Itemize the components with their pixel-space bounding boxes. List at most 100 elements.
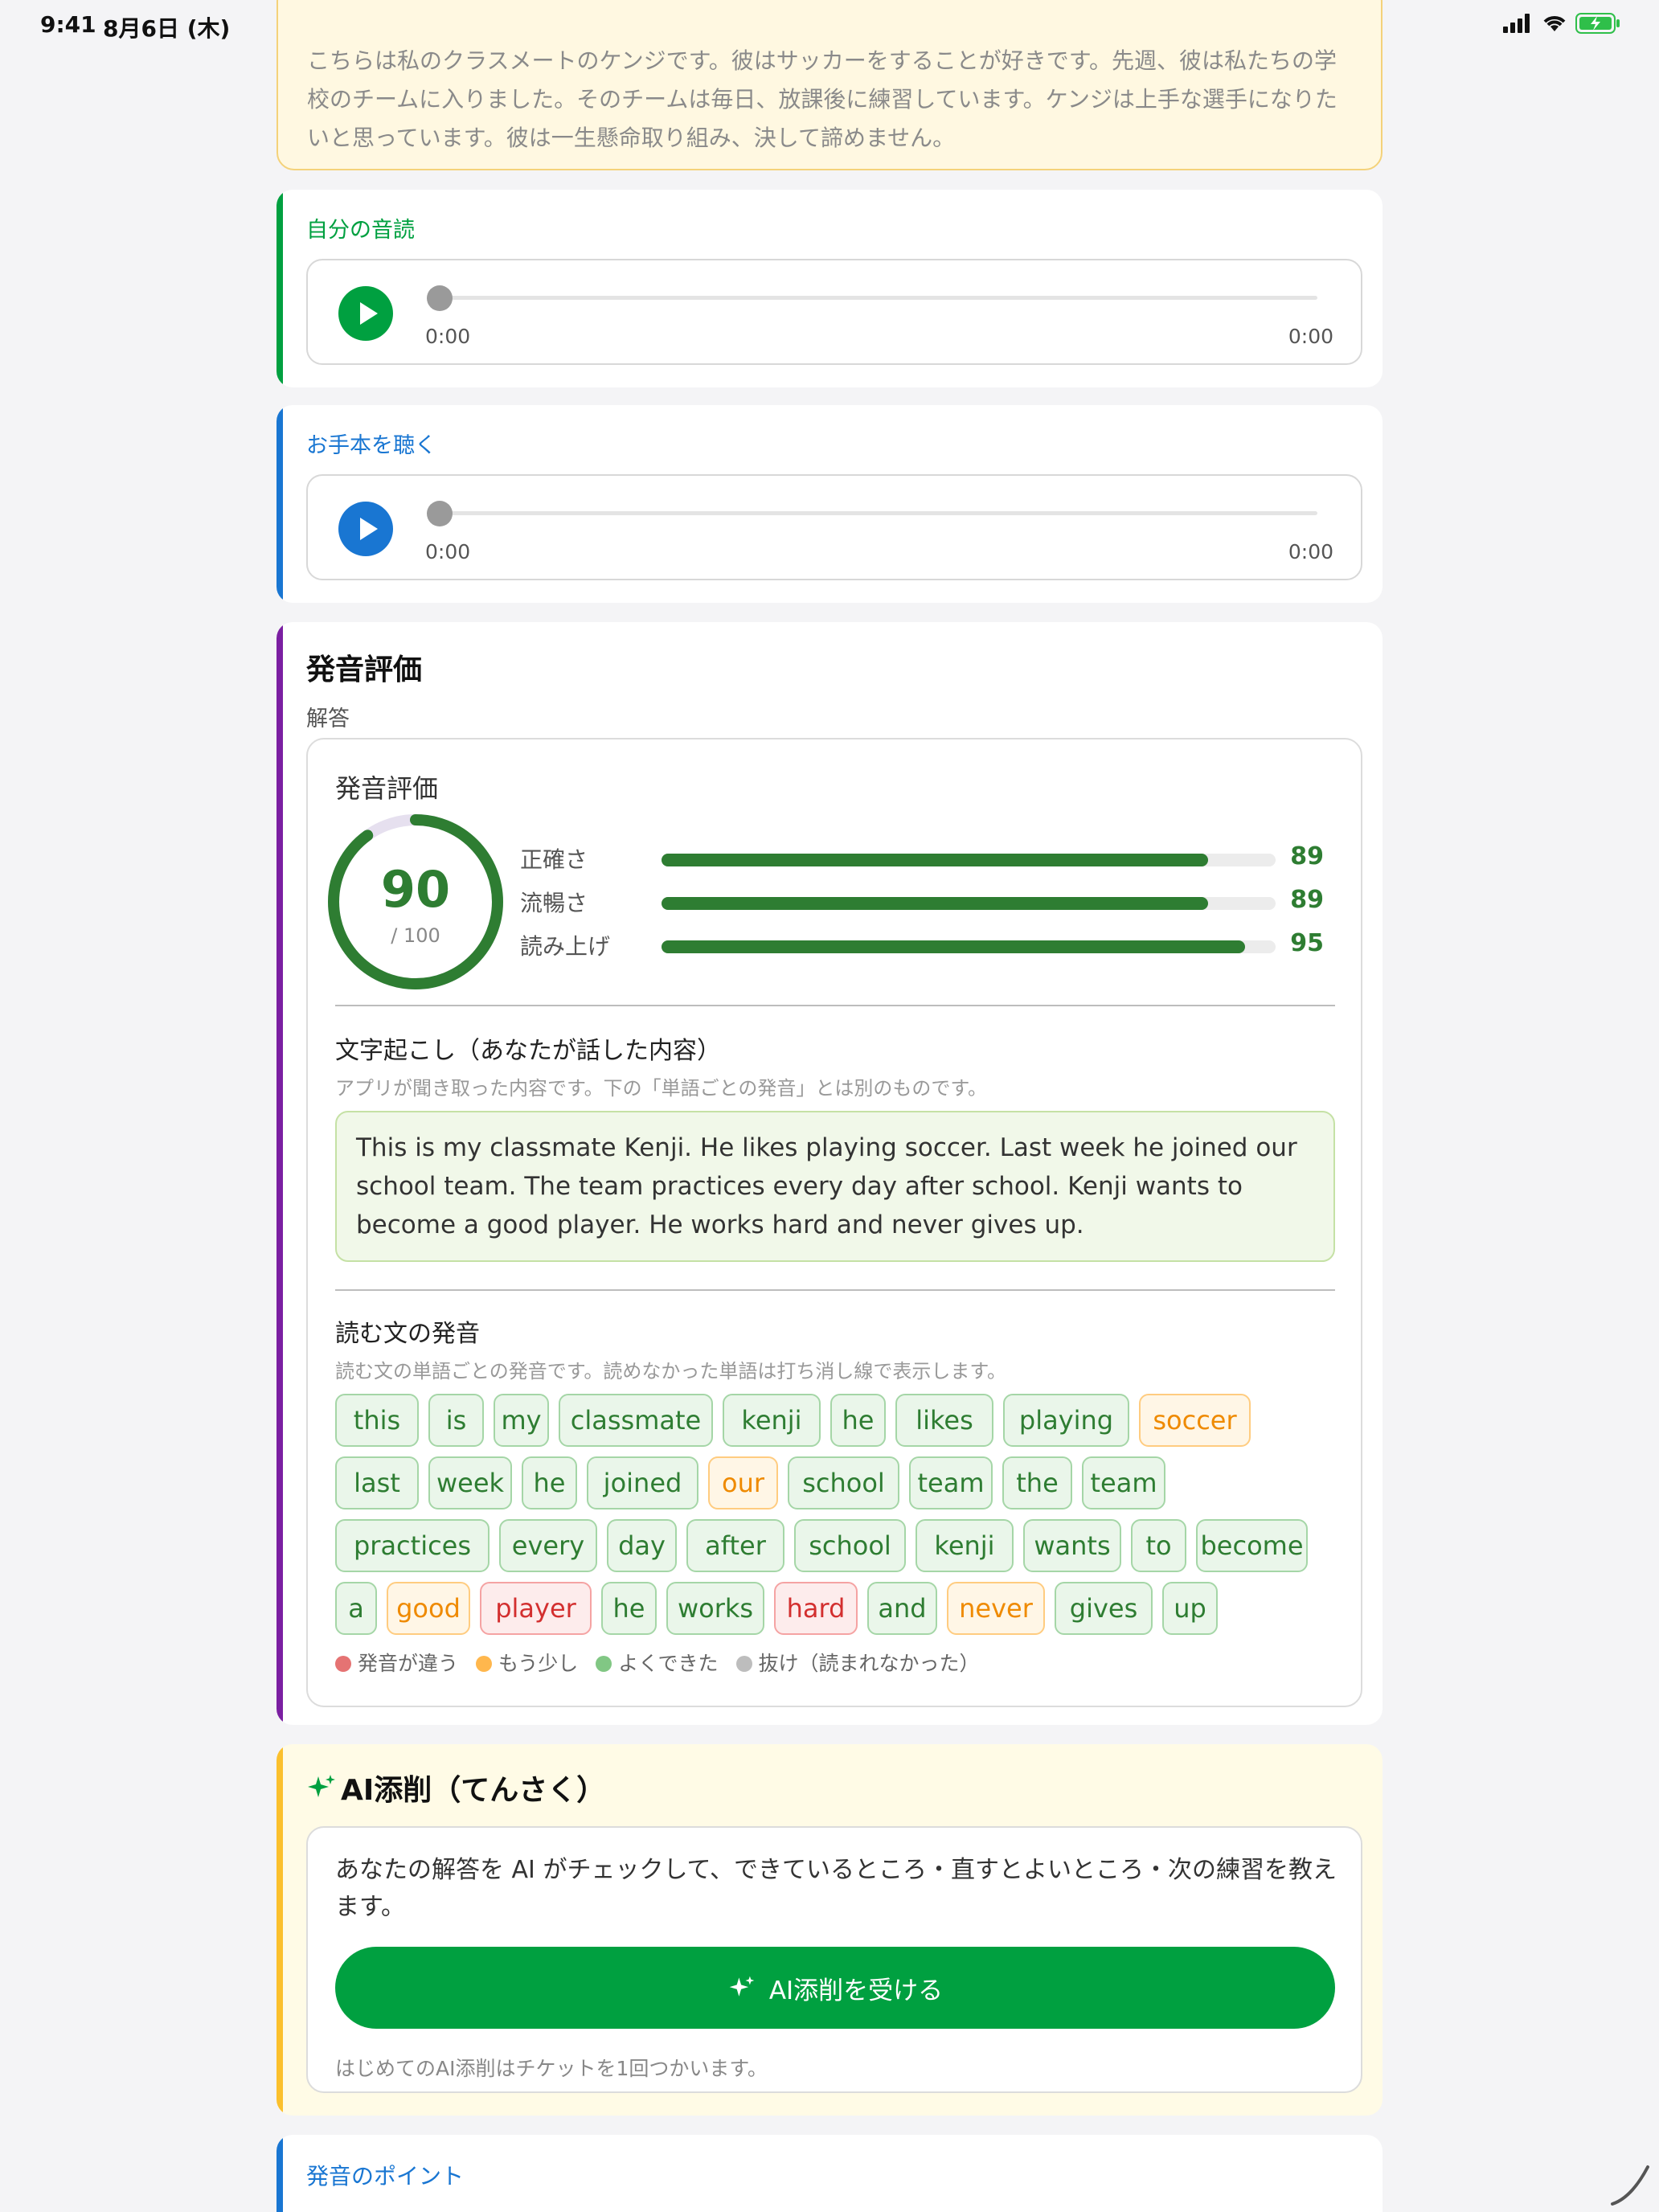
- metric-accuracy-fill: [662, 854, 1208, 866]
- word-chip[interactable]: joined: [587, 1456, 698, 1509]
- divider: [335, 1289, 1335, 1291]
- metric-reading-value: 95: [1290, 929, 1324, 957]
- metric-reading-fill: [662, 940, 1245, 953]
- overall-score: 90: [380, 860, 451, 919]
- word-chip[interactable]: he: [522, 1456, 577, 1509]
- transcript-title: 文字起こし（あなたが話した内容）: [335, 1037, 721, 1065]
- legend-label: よくできた: [618, 1652, 719, 1675]
- ai-review-panel: あなたの解答を AI がチェックして、できているところ・直すとよいところ・次の練…: [306, 1826, 1362, 2093]
- legend-item: よくできた: [596, 1648, 719, 1677]
- word-chip[interactable]: works: [666, 1582, 764, 1635]
- ai-review-button-label: AI添削を受ける: [768, 1976, 944, 2005]
- metric-fluency-label: 流暢さ: [520, 890, 588, 916]
- word-chip[interactable]: to: [1131, 1519, 1186, 1572]
- word-chip[interactable]: kenji: [916, 1519, 1014, 1572]
- legend-item: 抜け（読まれなかった）: [735, 1648, 980, 1677]
- own-reading-label: 自分の音読: [306, 218, 415, 243]
- sparkle-icon: [729, 1976, 755, 1997]
- legend-item: 発音が違う: [335, 1648, 458, 1677]
- word-chip[interactable]: he: [830, 1394, 886, 1447]
- ai-review-description: あなたの解答を AI がチェックして、できているところ・直すとよいところ・次の練…: [335, 1856, 1337, 1921]
- word-chip[interactable]: hard: [774, 1582, 858, 1635]
- word-chip[interactable]: every: [499, 1519, 597, 1572]
- metric-accuracy-value: 89: [1290, 842, 1324, 870]
- model-reading-track[interactable]: [440, 511, 1317, 515]
- legend-label: もう少し: [498, 1652, 579, 1675]
- word-chip[interactable]: never: [947, 1582, 1045, 1635]
- word-chip[interactable]: practices: [335, 1519, 490, 1572]
- own-reading-play-button[interactable]: [338, 286, 393, 341]
- divider: [335, 1005, 1335, 1006]
- word-chip[interactable]: a: [335, 1582, 377, 1635]
- word-chip[interactable]: kenji: [723, 1394, 821, 1447]
- word-chip[interactable]: up: [1162, 1582, 1218, 1635]
- metric-reading-label: 読み上げ: [520, 933, 611, 960]
- word-chip[interactable]: gives: [1055, 1582, 1153, 1635]
- word-chip[interactable]: become: [1196, 1519, 1308, 1572]
- word-pronunciation-note: 読む文の単語ごとの発音です。読めなかった単語は打ち消し線で表示します。: [335, 1360, 1006, 1382]
- word-chip[interactable]: soccer: [1139, 1394, 1251, 1447]
- legend-item: もう少し: [476, 1648, 578, 1677]
- word-chip[interactable]: player: [480, 1582, 592, 1635]
- own-reading-player: 0:00 0:00: [306, 259, 1362, 365]
- word-chip[interactable]: after: [686, 1519, 784, 1572]
- word-chip[interactable]: classmate: [559, 1394, 713, 1447]
- word-chip[interactable]: school: [788, 1456, 899, 1509]
- own-reading-track[interactable]: [440, 296, 1317, 300]
- model-reading-play-button[interactable]: [338, 502, 393, 556]
- model-reading-card: お手本を聴く 0:00 0:00: [276, 405, 1382, 603]
- word-chip[interactable]: school: [794, 1519, 906, 1572]
- ai-review-title: AI添削（てんさく）: [341, 1774, 606, 1807]
- legend: 発音が違う もう少し よくできた 抜け（読まれなかった）: [335, 1648, 980, 1677]
- ai-review-accent: [276, 1744, 283, 2116]
- legend-dot-almost: [476, 1656, 493, 1672]
- word-chip[interactable]: our: [708, 1456, 778, 1509]
- word-chip[interactable]: week: [428, 1456, 512, 1509]
- metric-fluency: 流暢さ 89: [520, 886, 1324, 918]
- word-chip[interactable]: the: [1002, 1456, 1072, 1509]
- word-pronunciation-title: 読む文の発音: [335, 1320, 480, 1348]
- battery-charging-icon: [1575, 13, 1620, 34]
- evaluation-subtitle: 解答: [306, 707, 350, 731]
- overall-score-max: / 100: [391, 924, 440, 947]
- pronunciation-tips-label: 発音のポイント: [306, 2163, 465, 2189]
- own-reading-scrubber[interactable]: [427, 285, 453, 311]
- word-chip[interactable]: wants: [1023, 1519, 1121, 1572]
- word-chip[interactable]: day: [607, 1519, 677, 1572]
- ai-review-button[interactable]: AI添削を受ける: [335, 1947, 1335, 2029]
- model-reading-label: お手本を聴く: [306, 433, 436, 458]
- word-chip[interactable]: last: [335, 1456, 419, 1509]
- ai-review-note: はじめてのAI添削はチケットを1回つかいます。: [335, 2057, 768, 2080]
- own-reading-duration: 0:00: [1288, 325, 1333, 348]
- word-chip[interactable]: my: [494, 1394, 549, 1447]
- word-chip[interactable]: and: [867, 1582, 937, 1635]
- word-chip[interactable]: team: [1082, 1456, 1165, 1509]
- model-reading-duration: 0:00: [1288, 540, 1333, 563]
- word-chip[interactable]: good: [387, 1582, 470, 1635]
- word-chip[interactable]: this: [335, 1394, 419, 1447]
- word-chip[interactable]: he: [601, 1582, 657, 1635]
- evaluation-title: 発音評価: [306, 653, 423, 686]
- metric-accuracy-label: 正確さ: [520, 846, 588, 873]
- transcript-box: This is my classmate Kenji. He likes pla…: [335, 1111, 1335, 1262]
- metric-fluency-value: 89: [1290, 886, 1324, 914]
- own-reading-current-time: 0:00: [425, 325, 471, 348]
- ai-review-card: AI添削（てんさく） あなたの解答を AI がチェックして、できているところ・直…: [276, 1744, 1382, 2116]
- status-time: 9:41: [40, 11, 96, 38]
- signal-icon: [1503, 14, 1530, 33]
- word-chip[interactable]: team: [909, 1456, 993, 1509]
- metric-fluency-fill: [662, 897, 1208, 910]
- legend-label: 抜け（読まれなかった）: [758, 1652, 980, 1675]
- own-reading-card: 自分の音読 0:00 0:00: [276, 190, 1382, 387]
- word-chip[interactable]: is: [428, 1394, 484, 1447]
- word-chip[interactable]: playing: [1003, 1394, 1129, 1447]
- pencil-stroke-icon: [1611, 2165, 1649, 2206]
- transcript-note: アプリが聞き取った内容です。下の「単語ごとの発音」とは別のものです。: [335, 1077, 987, 1100]
- model-reading-scrubber[interactable]: [427, 501, 453, 526]
- passage-text: こちらは私のクラスメートのケンジです。彼はサッカーをすることが好きです。先週、彼…: [307, 47, 1337, 151]
- model-reading-current-time: 0:00: [425, 540, 471, 563]
- legend-dot-wrong: [335, 1656, 351, 1672]
- legend-dot-missing: [735, 1656, 752, 1672]
- word-chip[interactable]: likes: [895, 1394, 993, 1447]
- legend-dot-good: [596, 1656, 612, 1672]
